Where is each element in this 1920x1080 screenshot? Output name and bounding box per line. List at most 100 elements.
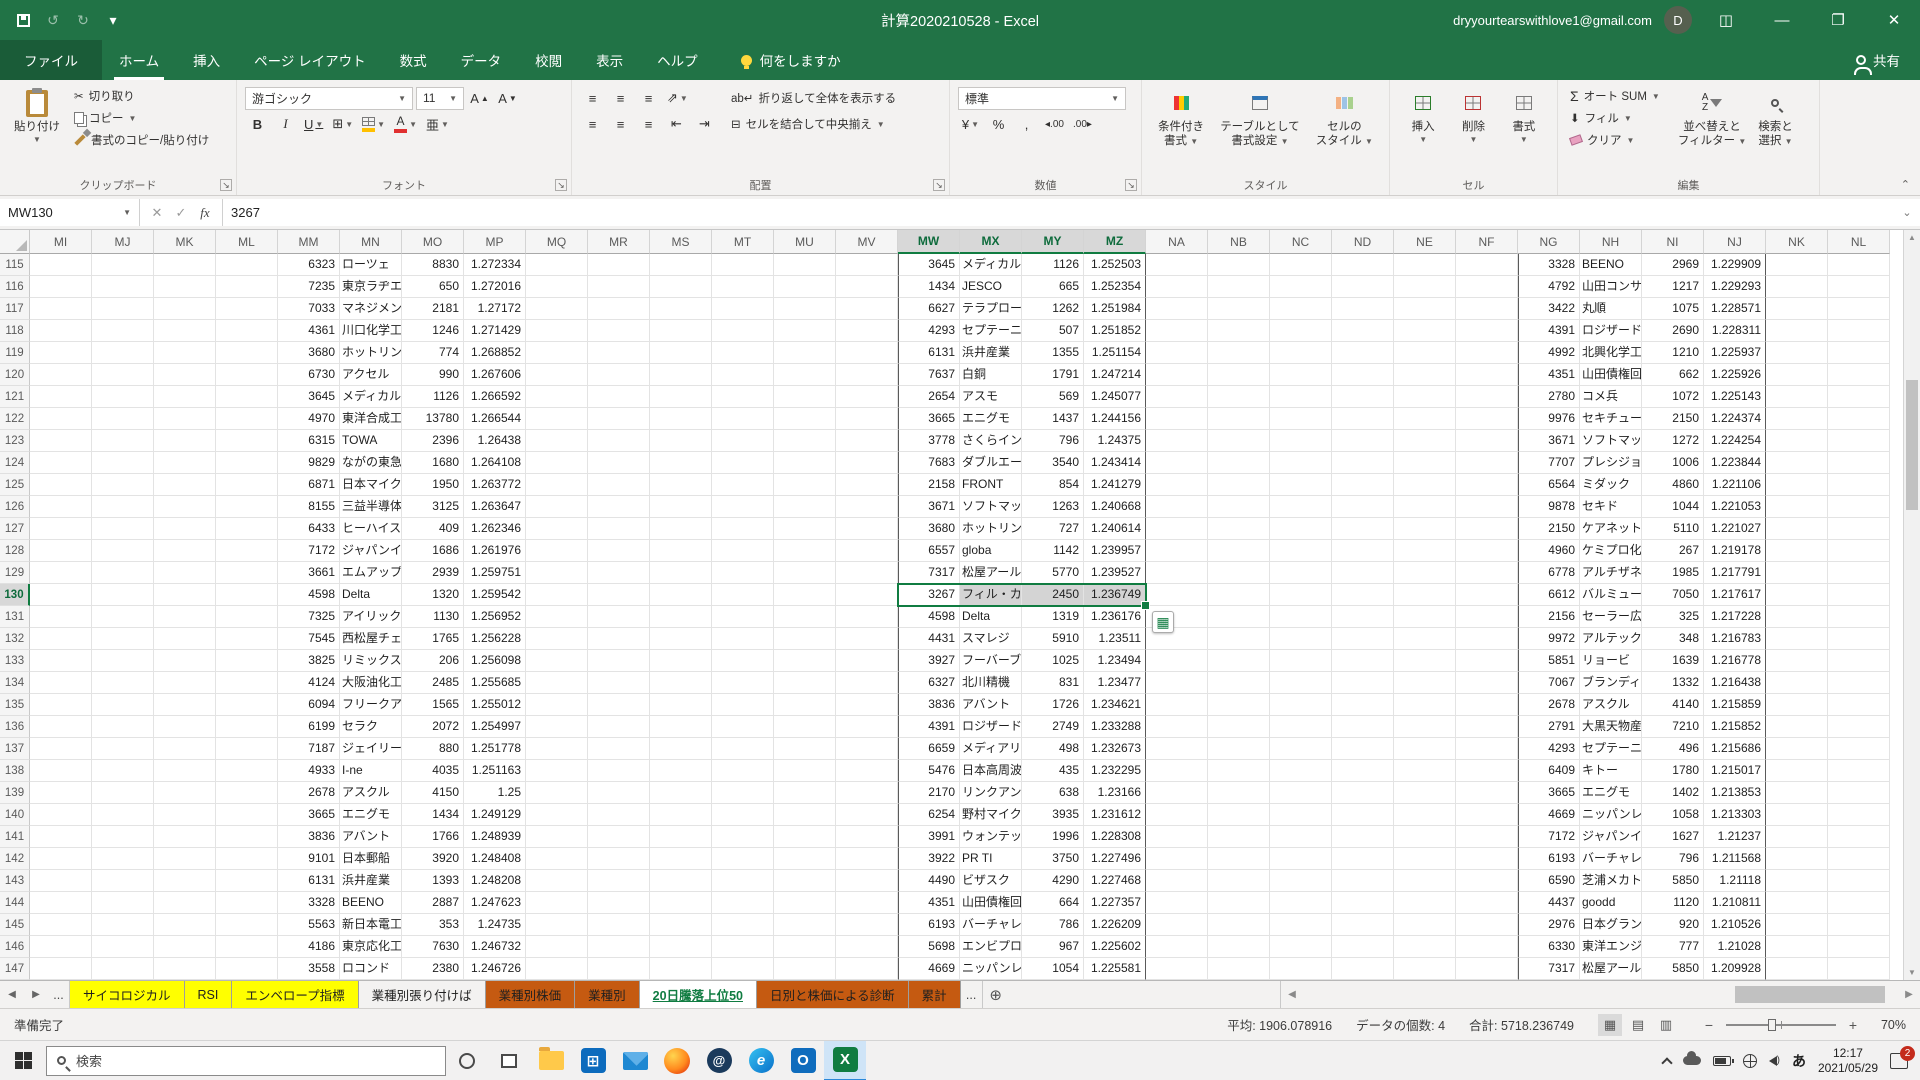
cell-ML126[interactable] — [216, 496, 278, 518]
cell-NJ126[interactable]: 1.221053 — [1704, 496, 1766, 518]
cell-NA143[interactable] — [1146, 870, 1208, 892]
cell-NL117[interactable] — [1828, 298, 1890, 320]
cell-NJ143[interactable]: 1.21118 — [1704, 870, 1766, 892]
cell-MJ131[interactable] — [92, 606, 154, 628]
row-header-115[interactable]: 115 — [0, 254, 30, 276]
cell-MQ126[interactable] — [526, 496, 588, 518]
cell-MK125[interactable] — [154, 474, 216, 496]
cell-NG146[interactable]: 6330 — [1518, 936, 1580, 958]
cell-MY144[interactable]: 664 — [1022, 892, 1084, 914]
hidden-icons-chevron[interactable] — [1661, 1057, 1672, 1068]
cell-NG120[interactable]: 4351 — [1518, 364, 1580, 386]
cell-MN131[interactable]: アイリック — [340, 606, 402, 628]
merge-center-button[interactable]: ⊟セルを結合して中央揃え▼ — [727, 113, 889, 135]
cell-NE146[interactable] — [1394, 936, 1456, 958]
cell-NK116[interactable] — [1766, 276, 1828, 298]
cell-MN133[interactable]: リミックス — [340, 650, 402, 672]
cell-MI122[interactable] — [30, 408, 92, 430]
cell-MP136[interactable]: 1.254997 — [464, 716, 526, 738]
cell-NF142[interactable] — [1456, 848, 1518, 870]
cell-NH136[interactable]: 大黒天物産 — [1580, 716, 1642, 738]
cell-MK147[interactable] — [154, 958, 216, 980]
cell-NH132[interactable]: アルテック — [1580, 628, 1642, 650]
cell-MV139[interactable] — [836, 782, 898, 804]
cell-MY145[interactable]: 786 — [1022, 914, 1084, 936]
cell-NK133[interactable] — [1766, 650, 1828, 672]
cell-MU136[interactable] — [774, 716, 836, 738]
cell-MK127[interactable] — [154, 518, 216, 540]
cell-MY122[interactable]: 1437 — [1022, 408, 1084, 430]
cell-MT117[interactable] — [712, 298, 774, 320]
cell-NB146[interactable] — [1208, 936, 1270, 958]
cell-MP116[interactable]: 1.272016 — [464, 276, 526, 298]
cell-NH130[interactable]: バルミュー — [1580, 584, 1642, 606]
cell-NK122[interactable] — [1766, 408, 1828, 430]
cell-MI131[interactable] — [30, 606, 92, 628]
cell-MJ140[interactable] — [92, 804, 154, 826]
cell-NJ131[interactable]: 1.217228 — [1704, 606, 1766, 628]
cell-NC140[interactable] — [1270, 804, 1332, 826]
format-painter-button[interactable]: 書式のコピー/貼り付け — [70, 129, 213, 151]
cell-NA139[interactable] — [1146, 782, 1208, 804]
cell-MQ132[interactable] — [526, 628, 588, 650]
cell-MV141[interactable] — [836, 826, 898, 848]
clear-button[interactable]: クリア▼ — [1566, 129, 1664, 151]
cell-MV122[interactable] — [836, 408, 898, 430]
column-header-MN[interactable]: MN — [340, 230, 402, 254]
cell-NJ128[interactable]: 1.219178 — [1704, 540, 1766, 562]
cell-MK134[interactable] — [154, 672, 216, 694]
cell-NE142[interactable] — [1394, 848, 1456, 870]
cell-MY117[interactable]: 1262 — [1022, 298, 1084, 320]
page-layout-view-icon[interactable]: ▤ — [1626, 1014, 1650, 1036]
column-header-NG[interactable]: NG — [1518, 230, 1580, 254]
cell-MJ118[interactable] — [92, 320, 154, 342]
cell-NJ120[interactable]: 1.225926 — [1704, 364, 1766, 386]
cell-ND135[interactable] — [1332, 694, 1394, 716]
cell-MT119[interactable] — [712, 342, 774, 364]
cell-MI121[interactable] — [30, 386, 92, 408]
cell-MZ120[interactable]: 1.247214 — [1084, 364, 1146, 386]
cell-NB118[interactable] — [1208, 320, 1270, 342]
cell-MN135[interactable]: フリークア — [340, 694, 402, 716]
cell-MJ127[interactable] — [92, 518, 154, 540]
cell-NL131[interactable] — [1828, 606, 1890, 628]
column-header-NC[interactable]: NC — [1270, 230, 1332, 254]
cell-NK128[interactable] — [1766, 540, 1828, 562]
cell-NJ122[interactable]: 1.224374 — [1704, 408, 1766, 430]
cell-MM141[interactable]: 3836 — [278, 826, 340, 848]
cell-NK115[interactable] — [1766, 254, 1828, 276]
cell-NB123[interactable] — [1208, 430, 1270, 452]
cell-NL125[interactable] — [1828, 474, 1890, 496]
cell-NH120[interactable]: 山田債権回 — [1580, 364, 1642, 386]
row-header-119[interactable]: 119 — [0, 342, 30, 364]
save-icon[interactable] — [10, 7, 36, 33]
cell-MJ121[interactable] — [92, 386, 154, 408]
cell-MX124[interactable]: ダブルエー — [960, 452, 1022, 474]
cell-MZ139[interactable]: 1.23166 — [1084, 782, 1146, 804]
cell-MW136[interactable]: 4391 — [898, 716, 960, 738]
row-header-116[interactable]: 116 — [0, 276, 30, 298]
cell-NL124[interactable] — [1828, 452, 1890, 474]
cell-MT138[interactable] — [712, 760, 774, 782]
cell-MX129[interactable]: 松屋アール — [960, 562, 1022, 584]
cell-MN134[interactable]: 大阪油化工 — [340, 672, 402, 694]
row-header-142[interactable]: 142 — [0, 848, 30, 870]
cell-MV147[interactable] — [836, 958, 898, 980]
cell-NI129[interactable]: 1985 — [1642, 562, 1704, 584]
cell-MK139[interactable] — [154, 782, 216, 804]
cell-MK130[interactable] — [154, 584, 216, 606]
cell-MO118[interactable]: 1246 — [402, 320, 464, 342]
cell-MY126[interactable]: 1263 — [1022, 496, 1084, 518]
cell-NA115[interactable] — [1146, 254, 1208, 276]
row-header-146[interactable]: 146 — [0, 936, 30, 958]
cell-NC142[interactable] — [1270, 848, 1332, 870]
alignment-dialog-launcher[interactable]: ↘ — [933, 179, 945, 191]
cell-NC134[interactable] — [1270, 672, 1332, 694]
cell-NH138[interactable]: キトー — [1580, 760, 1642, 782]
cell-MX118[interactable]: セプテーニ — [960, 320, 1022, 342]
cell-MP118[interactable]: 1.271429 — [464, 320, 526, 342]
cell-MV133[interactable] — [836, 650, 898, 672]
cell-MU118[interactable] — [774, 320, 836, 342]
cell-MV132[interactable] — [836, 628, 898, 650]
cell-MJ132[interactable] — [92, 628, 154, 650]
